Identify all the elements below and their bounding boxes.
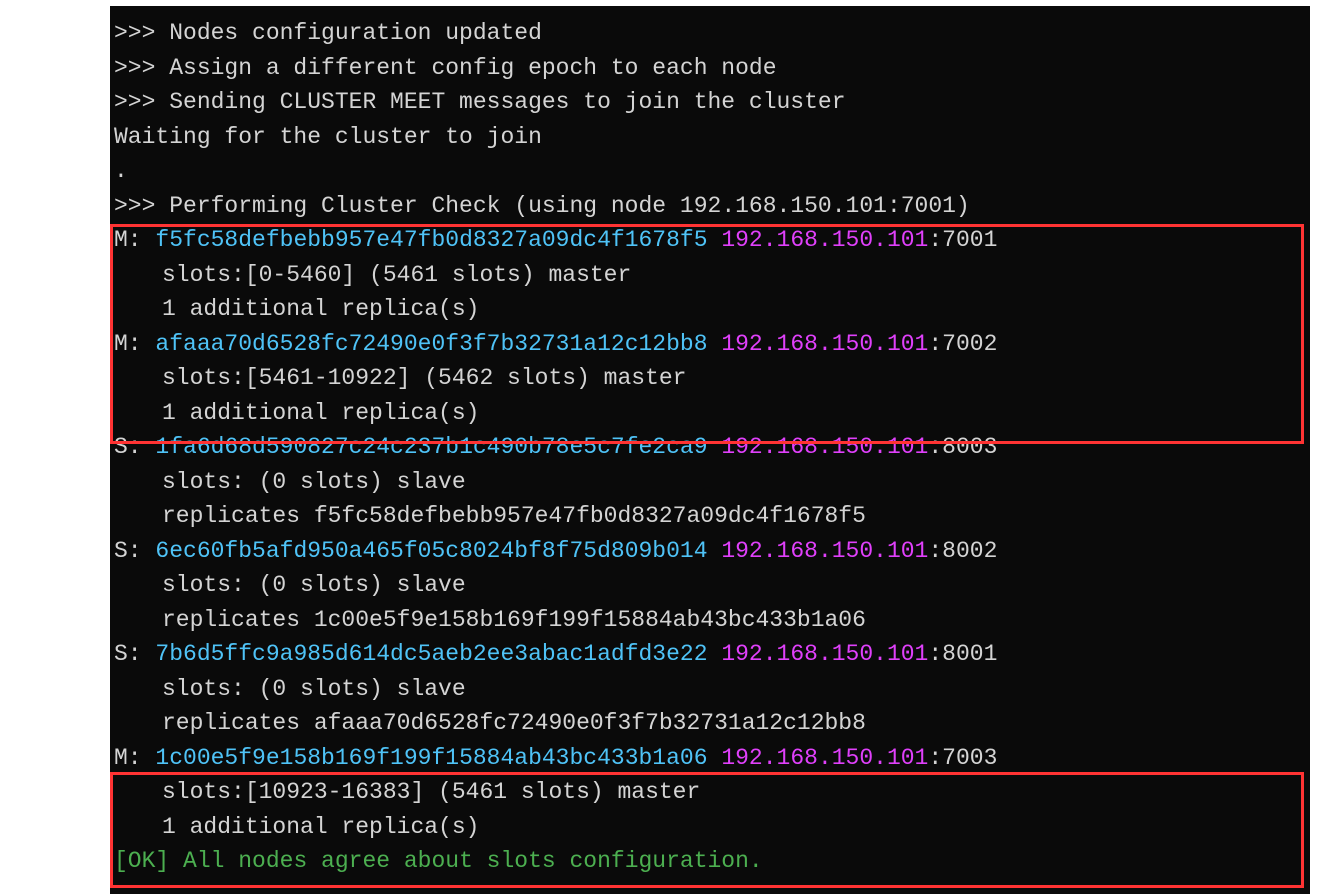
- line-waiting: Waiting for the cluster to join: [114, 120, 1306, 155]
- node-port: :7003: [928, 745, 997, 771]
- line-assign-epoch: >>> Assign a different config epoch to e…: [114, 51, 1306, 86]
- node-hash: 7b6d5ffc9a985d614dc5aeb2ee3abac1adfd3e22: [155, 641, 707, 667]
- ok-prefix: [OK]: [114, 848, 169, 874]
- node-slots: slots: (0 slots) slave: [114, 672, 1306, 707]
- node-port: :8003: [928, 434, 997, 460]
- node-entry-slave-8001: S: 7b6d5ffc9a985d614dc5aeb2ee3abac1adfd3…: [114, 637, 1306, 672]
- line-nodes-config-updated: >>> Nodes configuration updated: [114, 16, 1306, 51]
- node-hash: f5fc58defbebb957e47fb0d8327a09dc4f1678f5: [155, 227, 707, 253]
- node-replicates: replicates f5fc58defbebb957e47fb0d8327a0…: [114, 499, 1306, 534]
- node-ip: 192.168.150.101: [721, 745, 928, 771]
- node-slots: slots: (0 slots) slave: [114, 465, 1306, 500]
- node-slots: slots:[5461-10922] (5462 slots) master: [114, 361, 1306, 396]
- node-slots: slots:[10923-16383] (5461 slots) master: [114, 775, 1306, 810]
- node-hash: afaaa70d6528fc72490e0f3f7b32731a12c12bb8: [155, 331, 707, 357]
- node-hash: 6ec60fb5afd950a465f05c8024bf8f75d809b014: [155, 538, 707, 564]
- node-port: :8002: [928, 538, 997, 564]
- node-hash: 1fa6d68d590827c24c237b1c490b78e5c7fe2ca9: [155, 434, 707, 460]
- line-ok-slots-agree: [OK] All nodes agree about slots configu…: [114, 844, 1306, 879]
- node-entry-master-7002: M: afaaa70d6528fc72490e0f3f7b32731a12c12…: [114, 327, 1306, 362]
- node-ip: 192.168.150.101: [721, 331, 928, 357]
- node-replicas: 1 additional replica(s): [114, 292, 1306, 327]
- node-replicas: 1 additional replica(s): [114, 810, 1306, 845]
- node-entry-slave-8003: S: 1fa6d68d590827c24c237b1c490b78e5c7fe2…: [114, 430, 1306, 465]
- line-dot: .: [114, 154, 1306, 189]
- terminal-output: >>> Nodes configuration updated >>> Assi…: [110, 6, 1310, 894]
- node-ip: 192.168.150.101: [721, 434, 928, 460]
- node-replicas: 1 additional replica(s): [114, 396, 1306, 431]
- node-entry-master-7003: M: 1c00e5f9e158b169f199f15884ab43bc433b1…: [114, 741, 1306, 776]
- node-slots: slots:[0-5460] (5461 slots) master: [114, 258, 1306, 293]
- line-cluster-meet: >>> Sending CLUSTER MEET messages to joi…: [114, 85, 1306, 120]
- node-ip: 192.168.150.101: [721, 538, 928, 564]
- node-replicates: replicates 1c00e5f9e158b169f199f15884ab4…: [114, 603, 1306, 638]
- node-slots: slots: (0 slots) slave: [114, 568, 1306, 603]
- line-performing-check: >>> Performing Cluster Check (using node…: [114, 189, 1306, 224]
- node-replicates: replicates afaaa70d6528fc72490e0f3f7b327…: [114, 706, 1306, 741]
- node-entry-slave-8002: S: 6ec60fb5afd950a465f05c8024bf8f75d809b…: [114, 534, 1306, 569]
- node-port: :7002: [928, 331, 997, 357]
- node-ip: 192.168.150.101: [721, 227, 928, 253]
- node-port: :7001: [928, 227, 997, 253]
- node-hash: 1c00e5f9e158b169f199f15884ab43bc433b1a06: [155, 745, 707, 771]
- node-ip: 192.168.150.101: [721, 641, 928, 667]
- node-port: :8001: [928, 641, 997, 667]
- node-entry-master-7001: M: f5fc58defbebb957e47fb0d8327a09dc4f167…: [114, 223, 1306, 258]
